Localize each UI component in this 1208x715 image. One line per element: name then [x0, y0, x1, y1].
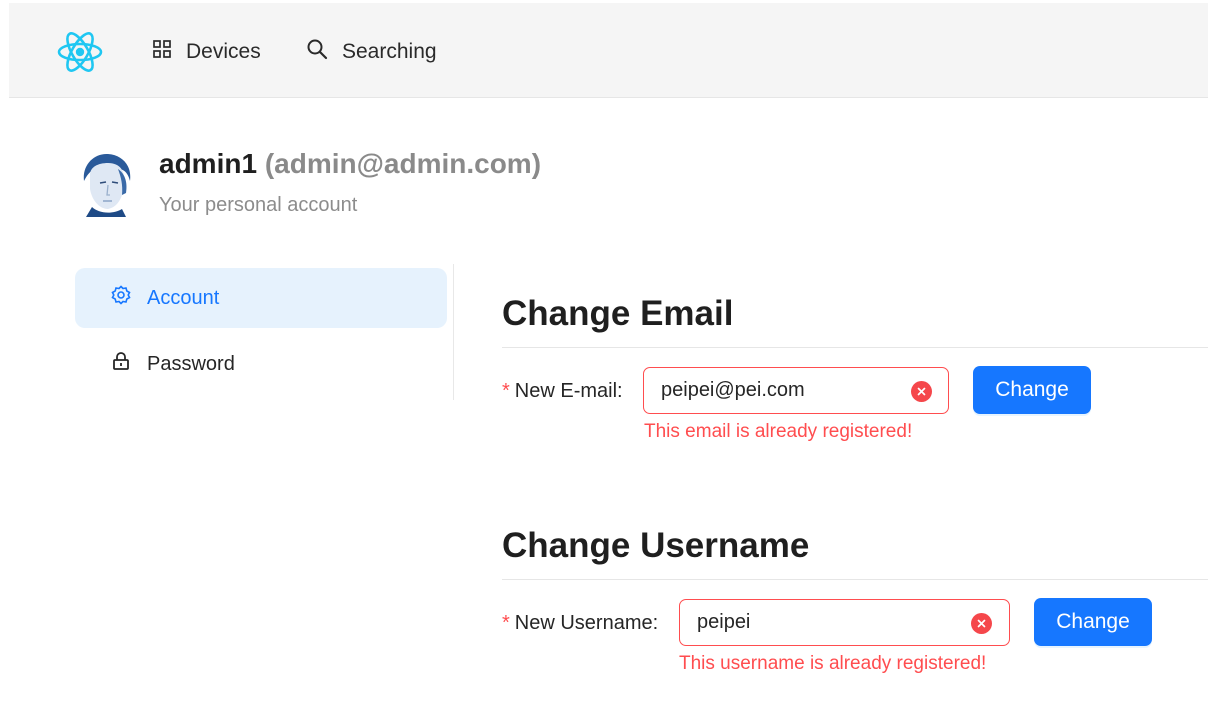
settings-sidebar: Account Password: [75, 268, 447, 400]
sidebar-item-password[interactable]: Password: [75, 334, 447, 394]
change-username-button[interactable]: Change: [1034, 598, 1152, 646]
react-logo-icon[interactable]: [56, 28, 104, 76]
profile-username: admin1: [159, 148, 258, 179]
email-section-title: Change Email: [502, 294, 734, 333]
sidebar-divider: [453, 264, 454, 400]
profile-title: admin1 (admin@admin.com): [159, 148, 541, 180]
avatar[interactable]: [78, 151, 133, 217]
sidebar-item-label: Account: [147, 286, 220, 309]
search-icon: [306, 38, 328, 66]
username-field[interactable]: [679, 599, 1010, 646]
grid-icon: [152, 39, 172, 65]
email-label-text: New E-mail: [514, 380, 618, 402]
profile-subtitle: Your personal account: [159, 194, 358, 216]
username-error-message: This username is already registered!: [679, 653, 987, 674]
nav-searching-label: Searching: [342, 40, 437, 63]
label-colon: :: [617, 380, 623, 402]
email-error-message: This email is already registered!: [644, 421, 913, 442]
sidebar-item-account[interactable]: Account: [75, 268, 447, 328]
nav-searching[interactable]: Searching: [306, 37, 437, 67]
email-field-label: * New E-mail:: [502, 380, 623, 403]
username-field-label: * New Username:: [502, 612, 658, 635]
required-mark: *: [502, 380, 510, 402]
gear-icon: [111, 285, 131, 311]
username-section-divider: [502, 579, 1208, 580]
username-label-text: New Username: [514, 612, 653, 634]
email-field[interactable]: [643, 367, 949, 414]
clear-icon[interactable]: [971, 613, 992, 634]
required-mark: *: [502, 612, 510, 634]
clear-icon[interactable]: [911, 381, 932, 402]
username-input[interactable]: [697, 600, 967, 645]
change-email-button[interactable]: Change: [973, 366, 1091, 414]
profile-email: (admin@admin.com): [264, 148, 542, 179]
username-section-title: Change Username: [502, 526, 810, 565]
nav-devices[interactable]: Devices: [152, 37, 261, 67]
nav-devices-label: Devices: [186, 40, 261, 63]
email-section-divider: [502, 347, 1208, 348]
top-navigation-bar: Devices Searching: [9, 3, 1208, 98]
lock-icon: [111, 351, 131, 377]
sidebar-item-label: Password: [147, 352, 235, 375]
label-colon: :: [652, 612, 659, 634]
email-input[interactable]: [661, 368, 911, 413]
